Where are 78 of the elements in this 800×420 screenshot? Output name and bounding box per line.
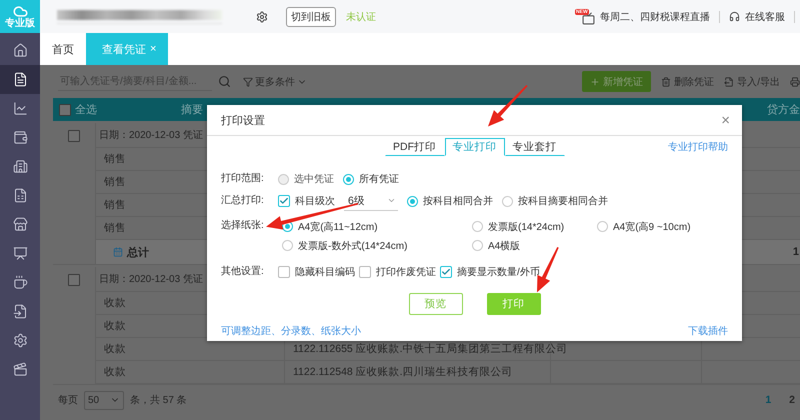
cloud-logo-icon — [12, 4, 28, 19]
spreadsheet-icon — [12, 188, 28, 203]
line-chart-icon — [12, 101, 28, 116]
total-count: 条，共 57 条 — [130, 394, 187, 407]
settings-icon[interactable] — [256, 10, 268, 22]
radio-option[interactable]: A4横版 — [472, 238, 520, 252]
wallet-icon — [12, 130, 28, 145]
logo-text: 专业版 — [5, 19, 35, 29]
document-icon — [12, 72, 28, 87]
checkbox-option[interactable]: 隐藏科目编码 — [278, 265, 355, 279]
sidebar-item[interactable] — [0, 65, 40, 94]
select-all-checkbox[interactable] — [59, 104, 71, 116]
voucher-number: 凭证 — [183, 273, 204, 286]
cup-icon — [12, 275, 28, 290]
store-icon — [12, 217, 28, 232]
table-cell: 收款 — [104, 365, 126, 379]
radio-option[interactable]: 按科目摘要相同合并 — [502, 194, 608, 208]
table-cell: 销售 — [104, 221, 126, 235]
field-label: 其他设置: — [221, 264, 265, 279]
trash-icon — [661, 76, 672, 86]
plus-icon — [590, 76, 600, 86]
total-icon — [113, 247, 123, 257]
radio-option[interactable]: 按科目相同合并 — [407, 194, 493, 208]
online-service-link[interactable]: 在线客服 — [745, 10, 785, 24]
column-header: 贷方金 — [767, 102, 800, 117]
total-label: 总计 — [127, 246, 149, 260]
radio-option[interactable]: 发票版(14*24cm) — [472, 220, 564, 234]
voucher-number: 凭证 — [183, 129, 204, 142]
voucher-date: 日期：2020-12-03 — [99, 128, 180, 142]
field-label: 选择纸张: — [221, 218, 265, 233]
field-label: 汇总打印: — [221, 194, 265, 208]
caret-icon — [387, 196, 396, 205]
filter-icon — [243, 76, 253, 86]
table-cell: 收款 — [104, 342, 126, 356]
table-cell: 销售 — [104, 198, 126, 212]
file-import-icon — [12, 304, 28, 319]
table-cell: 销售 — [104, 175, 126, 189]
field-label: 打印范围: — [221, 172, 265, 186]
check-icon — [279, 196, 289, 206]
auth-status: 未认证 — [346, 10, 376, 24]
radio-option[interactable]: 发票版-数外式(14*24cm) — [282, 238, 408, 252]
row-checkbox[interactable] — [68, 130, 80, 142]
table-cell: 收款 — [104, 319, 126, 333]
row-checkbox[interactable] — [68, 274, 80, 286]
total-value: 1 — [792, 246, 799, 258]
checkbox-option[interactable]: 科目级次 — [278, 194, 335, 208]
close-button[interactable]: × — [721, 112, 730, 128]
dialog-title: 打印设置 — [221, 114, 265, 128]
live-course-link[interactable]: 每周二、四财税课程直播 — [600, 10, 710, 24]
file-export-icon — [724, 76, 734, 86]
adjust-margins-link[interactable]: 可调整边距、分录数、纸张大小 — [221, 324, 361, 338]
building-icon — [12, 159, 28, 174]
check-icon — [441, 267, 451, 277]
select-all-label: 全选 — [75, 103, 97, 117]
per-page-label: 每页 — [58, 394, 78, 407]
print-mode-tab[interactable]: PDF打印 — [384, 138, 444, 156]
tv-icon — [582, 12, 595, 24]
checkbox-option[interactable]: 打印作废凭证 — [359, 265, 436, 279]
column-header: 摘要 — [181, 102, 203, 117]
switch-version-button[interactable]: 切到旧板 — [286, 6, 336, 26]
presentation-icon — [12, 246, 28, 261]
print-mode-tab[interactable]: 专业套打 — [504, 138, 564, 156]
download-plugin-link[interactable]: 下载插件 — [688, 324, 728, 338]
checkbox-option[interactable]: 摘要显示数量/外币 — [440, 265, 540, 279]
headset-icon — [729, 11, 740, 22]
voucher-date: 日期：2020-12-03 — [99, 272, 180, 286]
print-icon — [790, 76, 800, 86]
annotation-arrow — [488, 85, 528, 127]
table-cell: 销售 — [104, 152, 126, 166]
video-icon — [12, 362, 28, 377]
table-cell: 1122.112548 应收账款.四川瑞生科技有限公司 — [293, 365, 513, 379]
radio-option[interactable]: A4宽(高9 ~10cm) — [597, 220, 691, 234]
radio-option[interactable]: 所有凭证 — [343, 172, 399, 186]
settings-icon — [12, 333, 28, 348]
table-cell: 收款 — [104, 296, 126, 310]
table-cell: 1122.112655 应收账款.中铁十五局集团第三工程有限公司 — [293, 342, 568, 356]
search-button[interactable] — [218, 75, 231, 88]
home-icon — [12, 43, 28, 58]
